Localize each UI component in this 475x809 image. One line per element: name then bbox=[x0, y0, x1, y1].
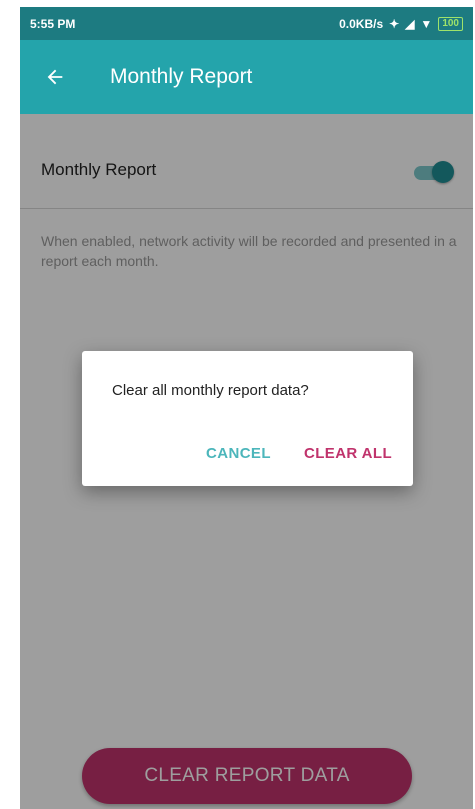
page-title: Monthly Report bbox=[110, 65, 253, 88]
network-speed: 0.0KB/s bbox=[339, 16, 384, 31]
app-bar: Monthly Report bbox=[20, 40, 473, 114]
wifi-icon: ▼ bbox=[420, 16, 433, 31]
dialog-message: Clear all monthly report data? bbox=[112, 382, 309, 399]
cancel-button[interactable]: CANCEL bbox=[206, 445, 271, 462]
signal-icon: ◢ bbox=[405, 16, 415, 31]
status-time: 5:55 PM bbox=[30, 16, 76, 31]
phone-screen: 5:55 PM 0.0KB/s ✦ ◢ ▼ 100 Monthly Report… bbox=[20, 7, 473, 809]
battery-icon: 100 bbox=[438, 16, 463, 31]
status-bar: 5:55 PM 0.0KB/s ✦ ◢ ▼ 100 bbox=[20, 7, 473, 40]
status-icons: 0.0KB/s ✦ ◢ ▼ 100 bbox=[339, 16, 463, 31]
bluetooth-icon: ✦ bbox=[389, 16, 400, 31]
confirm-dialog: Clear all monthly report data? CANCEL CL… bbox=[82, 351, 413, 486]
back-arrow-svg bbox=[47, 69, 63, 85]
back-arrow-icon[interactable] bbox=[20, 40, 90, 114]
clear-all-button[interactable]: CLEAR ALL bbox=[304, 445, 392, 462]
